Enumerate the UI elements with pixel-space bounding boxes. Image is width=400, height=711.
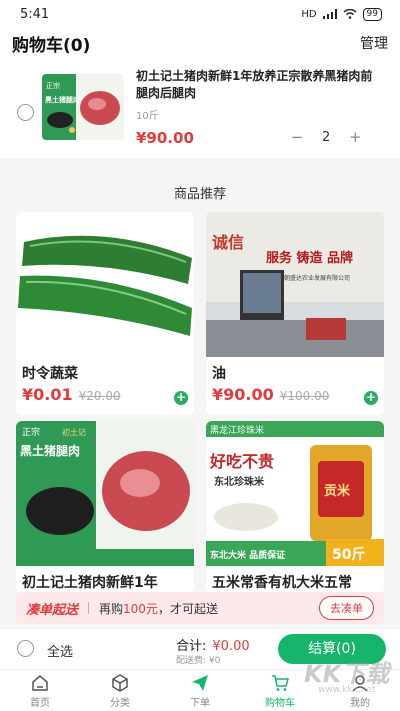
select-all-checkbox[interactable] (17, 640, 34, 657)
tab-order[interactable]: 下单 (160, 670, 240, 711)
svg-text:诚信: 诚信 (212, 233, 244, 252)
product-name: 油 (212, 366, 226, 381)
svg-text:东北珍珠米: 东北珍珠米 (214, 475, 265, 488)
cart-item-spec: 10斤 (136, 111, 159, 122)
svg-text:黑土猪腿肉: 黑土猪腿肉 (45, 95, 80, 104)
promo-text-prefix: 再购 (99, 601, 124, 616)
recommend-title: 商品推荐 (173, 187, 226, 202)
promo-tag: 凑单起送 (26, 602, 79, 618)
product-old-price: ¥20.00 (78, 389, 121, 403)
svg-text:东北大米 品质保证: 东北大米 品质保证 (210, 549, 285, 561)
rice-bag-image: 黑龙江珍珠米 好吃不贵 东北珍珠米 贡米 东北大米 品质保证 50斤 (206, 421, 384, 566)
tab-home[interactable]: 首页 (0, 670, 80, 711)
product-card[interactable]: 正宗 初土记 黑土猪腿肉 初土记土猪肉新鲜1年 (16, 421, 194, 593)
product-image: 正宗 初土记 黑土猪腿肉 (16, 421, 194, 566)
product-card[interactable]: 时令蔬菜 ¥0.01 ¥20.00 + (16, 212, 194, 415)
black-pork-image: 正宗 初土记 黑土猪腿肉 (16, 421, 194, 566)
page-header: 购物车(0) 管理 (0, 28, 400, 58)
status-indicators: HD 99 (301, 7, 382, 21)
tab-label: 下单 (190, 697, 210, 709)
promo-text-suffix: ，才可起送 (157, 601, 218, 616)
cart-item-thumbnail[interactable]: 正宗 黑土猪腿肉 (42, 74, 124, 140)
send-icon (192, 674, 208, 691)
battery-icon: 99 (362, 7, 382, 21)
total-label: 合计: (176, 639, 207, 654)
svg-text:初土记: 初土记 (62, 427, 86, 437)
svg-text:好吃不贵: 好吃不贵 (209, 452, 274, 471)
svg-text:贡米: 贡米 (324, 483, 351, 499)
svg-text:一朝盛达农业发展有限公司: 一朝盛达农业发展有限公司 (278, 274, 350, 282)
cart-item-title[interactable]: 初土记土猪肉新鲜1年放养正宗散养黑猪肉前腿肉后腿肉 (136, 68, 376, 102)
cart-item-price: ¥90.00 (136, 129, 194, 147)
svg-text:服务 铸造 品牌: 服务 铸造 品牌 (266, 250, 353, 266)
delivery-fee: 配送费: ¥0 (176, 656, 221, 666)
total-amount: ¥0.00 (212, 639, 250, 654)
product-old-price: ¥100.00 (279, 389, 330, 403)
office-sign-image: 诚信 服务 铸造 品牌 一朝盛达农业发展有限公司 (206, 212, 384, 357)
product-name: 五米常香有机大米五常 (212, 575, 352, 590)
tab-label: 首页 (30, 697, 50, 709)
manage-button[interactable]: 管理 (360, 33, 388, 53)
min-order-banner: 凑单起送 再购 100元 ，才可起送 去凑单 (16, 592, 384, 624)
svg-text:正宗: 正宗 (46, 81, 60, 90)
quantity-value[interactable]: 2 (322, 130, 330, 145)
increase-button[interactable]: + (348, 128, 362, 146)
category-box-icon (112, 673, 128, 692)
status-time: 5:41 (20, 6, 50, 22)
product-prices: ¥90.00 ¥100.00 (206, 381, 384, 408)
quantity-stepper: − 2 + (290, 128, 362, 146)
tab-category[interactable]: 分类 (80, 670, 160, 711)
promo-divider (88, 602, 90, 614)
cart-icon (272, 674, 289, 691)
site-watermark: KK下载 www.kkx.net (304, 654, 389, 695)
select-all-label[interactable]: 全选 (47, 641, 73, 660)
signal-icon (322, 9, 337, 19)
product-name: 时令蔬菜 (22, 366, 78, 381)
product-image (16, 212, 194, 357)
product-card[interactable]: 诚信 服务 铸造 品牌 一朝盛达农业发展有限公司 油 ¥90.00 ¥100.0… (206, 212, 384, 415)
tab-label: 我的 (350, 697, 370, 709)
cucumber-image (16, 212, 194, 357)
product-name: 初土记土猪肉新鲜1年 (22, 575, 158, 590)
product-image: 黑龙江珍珠米 好吃不贵 东北珍珠米 贡米 东北大米 品质保证 50斤 (206, 421, 384, 566)
network-label: HD (301, 8, 317, 20)
cart-item: 正宗 黑土猪腿肉 初土记土猪肉新鲜1年放养正宗散养黑猪肉前腿肉后腿肉 10斤 ¥… (0, 58, 400, 158)
add-more-button[interactable]: 去凑单 (319, 596, 374, 620)
product-prices: ¥0.01 ¥20.00 (16, 381, 194, 408)
page-title: 购物车(0) (12, 35, 91, 56)
pork-product-image: 正宗 黑土猪腿肉 (42, 74, 124, 140)
svg-text:50斤: 50斤 (332, 546, 365, 563)
svg-text:黑龙江珍珠米: 黑龙江珍珠米 (210, 424, 264, 436)
watermark-main: KK下载 (304, 660, 390, 688)
tab-label: 分类 (110, 697, 130, 709)
product-card[interactable]: 黑龙江珍珠米 好吃不贵 东北珍珠米 贡米 东北大米 品质保证 50斤 五米常香有… (206, 421, 384, 593)
home-icon (32, 674, 48, 691)
add-to-cart-icon[interactable]: + (174, 391, 188, 405)
product-price: ¥0.01 (22, 385, 73, 404)
wifi-icon (343, 9, 357, 19)
status-bar: 5:41 HD 99 (0, 0, 400, 28)
decrease-button[interactable]: − (290, 128, 304, 146)
svg-text:正宗: 正宗 (22, 426, 40, 438)
product-price: ¥90.00 (212, 385, 274, 404)
promo-amount: 100元 (123, 601, 158, 616)
svg-text:黑土猪腿肉: 黑土猪腿肉 (20, 443, 80, 458)
add-to-cart-icon[interactable]: + (364, 391, 378, 405)
cart-item-checkbox[interactable] (17, 104, 34, 121)
tab-label: 购物车 (265, 697, 295, 709)
total-line: 合计: ¥0.00 (176, 635, 250, 654)
product-image: 诚信 服务 铸造 品牌 一朝盛达农业发展有限公司 (206, 212, 384, 357)
